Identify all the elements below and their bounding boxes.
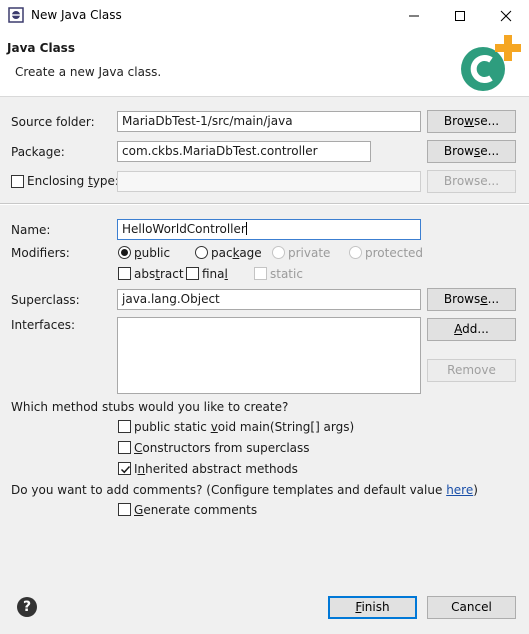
protected-label: protected [365, 246, 424, 260]
inherited-methods-checkbox[interactable] [118, 462, 131, 475]
private-label: private [288, 246, 331, 260]
minimize-icon [409, 15, 419, 17]
name-input[interactable]: HelloWorldController [117, 219, 421, 240]
main-method-label: public static void main(String[] args) [134, 420, 355, 434]
public-radio[interactable] [118, 246, 131, 259]
interfaces-label: Interfaces: [11, 318, 76, 332]
package-label: Package: [11, 145, 65, 159]
comments-question-text: Do you want to add comments? (Configure … [11, 483, 447, 497]
package-input[interactable]: com.ckbs.MariaDbTest.controller [117, 141, 371, 162]
modifiers-label: Modifiers: [11, 246, 70, 260]
generate-comments-checkbox[interactable] [118, 503, 131, 516]
final-label: final [202, 267, 228, 281]
text-caret [245, 222, 247, 235]
constructors-label: Constructors from superclass [134, 441, 310, 455]
static-checkbox[interactable] [254, 267, 267, 280]
name-value: HelloWorldController [122, 222, 246, 236]
minimize-button[interactable] [391, 0, 437, 31]
static-label: static [270, 267, 303, 281]
superclass-label: Superclass: [11, 293, 80, 307]
checkmark-icon [120, 465, 131, 474]
package-browse-button[interactable]: Browse... [427, 140, 516, 163]
superclass-input[interactable]: java.lang.Object [117, 289, 421, 310]
configure-templates-link[interactable]: here [446, 483, 473, 497]
close-icon [500, 10, 512, 22]
add-interface-button[interactable]: Add... [427, 318, 516, 341]
wizard-description: Create a new Java class. [15, 65, 162, 79]
enclosing-type-browse-button[interactable]: Browse... [427, 170, 516, 193]
finish-button[interactable]: Finish [328, 596, 417, 619]
abstract-checkbox[interactable] [118, 267, 131, 280]
public-label: public [134, 246, 171, 260]
enclosing-type-label: Enclosing type: [27, 174, 119, 188]
wizard-title: Java Class [7, 41, 75, 55]
close-button[interactable] [483, 0, 529, 31]
final-checkbox[interactable] [186, 267, 199, 280]
remove-interface-button[interactable]: Remove [427, 359, 516, 382]
separator-highlight [0, 204, 529, 205]
title-bar: New Java Class [0, 0, 529, 31]
package-modifier-label: package [211, 246, 262, 260]
source-folder-input[interactable]: MariaDbTest-1/src/main/java [117, 111, 421, 132]
method-stubs-question: Which method stubs would you like to cre… [11, 400, 289, 414]
new-class-icon [461, 35, 521, 91]
name-label: Name: [11, 223, 51, 237]
maximize-icon [455, 11, 465, 21]
comments-question: Do you want to add comments? (Configure … [11, 483, 478, 497]
abstract-label: abstract [134, 267, 184, 281]
eclipse-app-icon [8, 7, 24, 23]
private-radio[interactable] [272, 246, 285, 259]
main-method-checkbox[interactable] [118, 420, 131, 433]
source-folder-browse-button[interactable]: Browse... [427, 110, 516, 133]
source-folder-label: Source folder: [11, 115, 95, 129]
maximize-button[interactable] [437, 0, 483, 31]
wizard-header: Java Class Create a new Java class. [0, 31, 529, 97]
enclosing-type-input[interactable] [117, 171, 421, 192]
generate-comments-label: Generate comments [134, 503, 258, 517]
protected-radio[interactable] [349, 246, 362, 259]
package-radio[interactable] [195, 246, 208, 259]
interfaces-list[interactable] [117, 317, 421, 394]
cancel-button[interactable]: Cancel [427, 596, 516, 619]
superclass-browse-button[interactable]: Browse... [427, 288, 516, 311]
help-icon[interactable]: ? [17, 597, 37, 617]
comments-question-closing: ) [473, 483, 478, 497]
inherited-methods-label: Inherited abstract methods [134, 462, 298, 476]
constructors-checkbox[interactable] [118, 441, 131, 454]
enclosing-type-checkbox[interactable] [11, 175, 24, 188]
window-title: New Java Class [31, 8, 122, 22]
